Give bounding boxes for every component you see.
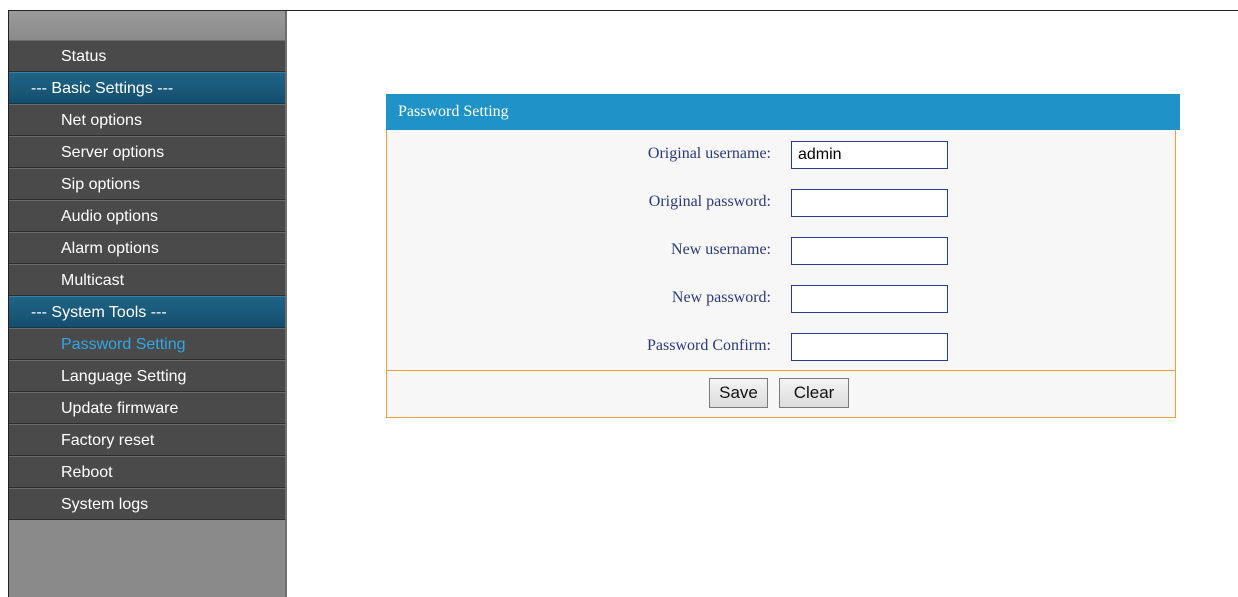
- new-password-input[interactable]: [791, 285, 948, 313]
- sidebar-item-audio-options[interactable]: Audio options: [9, 200, 285, 232]
- sidebar-section-system-tools: --- System Tools ---: [9, 296, 285, 328]
- original-password-label: Original password:: [648, 193, 771, 210]
- clear-button[interactable]: Clear: [779, 378, 849, 408]
- new-password-label: New password:: [671, 289, 771, 306]
- form-row-new-username: New username:: [387, 226, 1175, 274]
- sidebar-item-multicast[interactable]: Multicast: [9, 264, 285, 296]
- sidebar-item-alarm-options[interactable]: Alarm options: [9, 232, 285, 264]
- password-confirm-label: Password Confirm:: [647, 337, 771, 354]
- new-username-label: New username:: [671, 241, 771, 258]
- sidebar-item-net-options[interactable]: Net options: [9, 104, 285, 136]
- sidebar-item-server-options[interactable]: Server options: [9, 136, 285, 168]
- form-row-original-password: Original password:: [387, 178, 1175, 226]
- panel-footer: Save Clear: [387, 370, 1175, 417]
- sidebar-item-status[interactable]: Status: [9, 40, 285, 72]
- sidebar-item-reboot[interactable]: Reboot: [9, 456, 285, 488]
- sidebar-section-basic-settings: --- Basic Settings ---: [9, 72, 285, 104]
- form-row-original-username: Original username:: [387, 130, 1175, 178]
- new-username-input[interactable]: [791, 237, 948, 265]
- password-setting-panel: Password Setting Original username: Orig…: [386, 94, 1180, 418]
- password-confirm-input[interactable]: [791, 333, 948, 361]
- sidebar-item-update-firmware[interactable]: Update firmware: [9, 392, 285, 424]
- sidebar-item-password-setting[interactable]: Password Setting: [9, 328, 285, 360]
- sidebar-nav: Status --- Basic Settings --- Net option…: [9, 40, 285, 520]
- sidebar-item-language-setting[interactable]: Language Setting: [9, 360, 285, 392]
- original-username-input[interactable]: [791, 141, 948, 169]
- original-password-input[interactable]: [791, 189, 948, 217]
- form-rows: Original username: Original password: Ne…: [387, 130, 1175, 370]
- sidebar-item-factory-reset[interactable]: Factory reset: [9, 424, 285, 456]
- sidebar: Status --- Basic Settings --- Net option…: [9, 11, 287, 597]
- sidebar-item-sip-options[interactable]: Sip options: [9, 168, 285, 200]
- form-row-password-confirm: Password Confirm:: [387, 322, 1175, 370]
- form-row-new-password: New password:: [387, 274, 1175, 322]
- sidebar-item-system-logs[interactable]: System logs: [9, 488, 285, 520]
- save-button[interactable]: Save: [709, 378, 768, 408]
- original-username-label: Original username:: [647, 145, 771, 162]
- panel-body: Original username: Original password: Ne…: [386, 130, 1176, 418]
- panel-title: Password Setting: [386, 94, 1180, 130]
